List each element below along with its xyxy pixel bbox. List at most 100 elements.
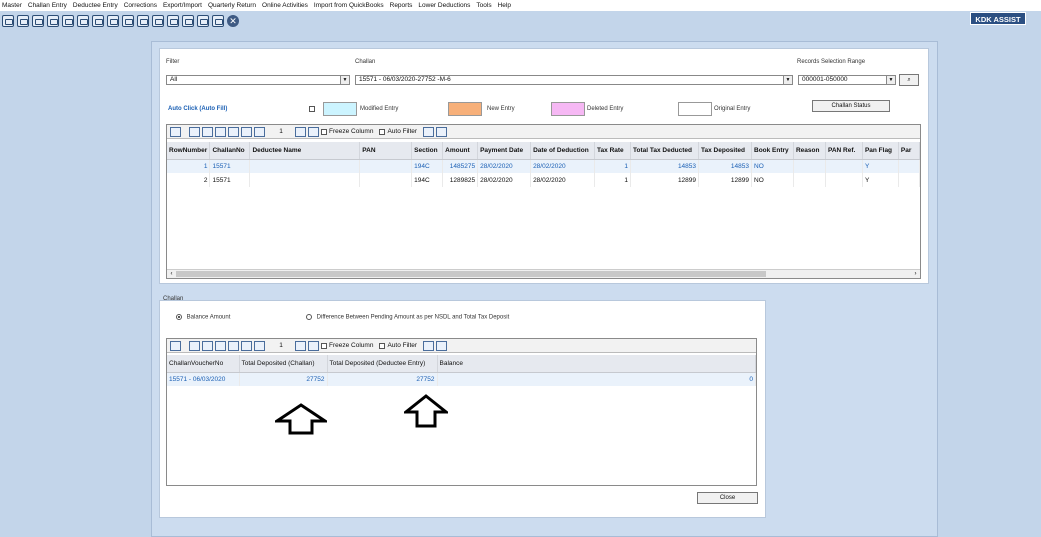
page-number[interactable]: 1 [267, 342, 295, 349]
auto-click-checkbox[interactable] [309, 106, 315, 112]
freeze-column-checkbox[interactable] [321, 342, 327, 349]
users-search-icon[interactable] [436, 126, 448, 137]
table-row[interactable]: 15571 - 06/03/2020 27752 27752 0 [167, 372, 756, 386]
menu-quarterly-return[interactable]: Quarterly Return [208, 2, 256, 9]
page-number[interactable]: 1 [267, 128, 295, 135]
menu-deductee-entry[interactable]: Deductee Entry [73, 2, 118, 9]
next-page-icon[interactable] [295, 126, 306, 137]
first-page-icon[interactable] [241, 126, 252, 137]
horizontal-scrollbar[interactable]: ‹ › [167, 269, 920, 278]
col-book-entry[interactable]: Book Entry [751, 142, 794, 160]
user-edit-icon[interactable] [167, 14, 179, 27]
search-icon: ⌕ [907, 77, 911, 83]
scrollbar-thumb[interactable] [176, 271, 766, 277]
menu-online-activities[interactable]: Online Activities [262, 2, 308, 9]
menu-corrections[interactable]: Corrections [124, 2, 157, 9]
color-icon[interactable] [228, 126, 239, 137]
entry-icon[interactable] [92, 14, 104, 27]
difference-radio[interactable] [306, 314, 312, 320]
col-challan-voucher-no[interactable]: ChallanVoucherNo [167, 355, 240, 373]
menu-help[interactable]: Help [498, 2, 511, 9]
difference-option[interactable]: Difference Between Pending Amount as per… [306, 314, 509, 321]
menu-challan-entry[interactable]: Challan Entry [28, 2, 67, 9]
col-total-tax-deducted[interactable]: Total Tax Deducted [630, 142, 700, 160]
deductor-icon[interactable] [2, 14, 14, 27]
prev-page-icon[interactable] [254, 126, 265, 137]
deleted-color-swatch [551, 102, 585, 116]
person-form-icon[interactable] [47, 14, 59, 27]
filter-select[interactable]: All ▼ [166, 75, 350, 85]
balance-amount-radio[interactable] [176, 314, 182, 320]
users-icon[interactable] [17, 14, 29, 27]
users-filter-icon[interactable] [423, 126, 435, 137]
document-icon[interactable] [212, 14, 224, 27]
cell-total-tax-deducted: 14853 [630, 159, 700, 173]
col-pan-ref[interactable]: PAN Ref. [825, 142, 863, 160]
challan-icon[interactable] [62, 14, 74, 27]
records-range-select[interactable]: 000001-050000 ▼ [798, 75, 896, 85]
menu-tools[interactable]: Tools [476, 2, 491, 9]
menu-master[interactable]: Master [2, 2, 22, 9]
table-row[interactable]: 2 15571 194C 1289825 28/02/2020 28/02/20… [167, 173, 921, 187]
user-search-icon[interactable] [152, 14, 164, 27]
col-rownumber[interactable]: RowNumber [167, 142, 211, 160]
cell-amount: 1289825 [442, 173, 479, 187]
last-page-icon[interactable] [308, 340, 319, 351]
col-challanno[interactable]: ChallanNo [209, 142, 251, 160]
find-icon[interactable] [215, 340, 226, 351]
menu-export-import[interactable]: Export/Import [163, 2, 202, 9]
close-icon[interactable]: ✕ [227, 14, 239, 27]
close-button[interactable]: Close [697, 492, 758, 504]
col-section[interactable]: Section [411, 142, 444, 160]
users-search-icon[interactable] [436, 340, 448, 351]
find-icon[interactable] [215, 126, 226, 137]
user-add-icon[interactable] [137, 14, 149, 27]
scroll-left-icon[interactable]: ‹ [167, 270, 176, 278]
col-pan-flag[interactable]: Pan Flag [862, 142, 899, 160]
menu-reports[interactable]: Reports [390, 2, 413, 9]
color-icon[interactable] [228, 340, 239, 351]
freeze-column-checkbox[interactable] [321, 128, 327, 135]
col-balance[interactable]: Balance [437, 355, 756, 373]
cell-payment-date: 28/02/2020 [477, 159, 532, 173]
return-icon[interactable] [197, 14, 209, 27]
users-filter-icon[interactable] [423, 340, 435, 351]
scroll-right-icon[interactable]: › [911, 270, 920, 278]
col-pan[interactable]: PAN [359, 142, 413, 160]
next-page-icon[interactable] [295, 340, 306, 351]
col-tax-deposited[interactable]: Tax Deposited [698, 142, 752, 160]
table-row[interactable]: 1 15571 194C 1485275 28/02/2020 28/02/20… [167, 159, 921, 173]
prev-page-icon[interactable] [254, 340, 265, 351]
auto-filter-checkbox[interactable] [379, 342, 386, 349]
deductee-icon[interactable] [77, 14, 89, 27]
report-icon[interactable] [122, 14, 134, 27]
export-icon[interactable] [189, 340, 200, 351]
col-amount[interactable]: Amount [442, 142, 479, 160]
challan-status-button[interactable]: Challan Status [812, 100, 890, 112]
auto-filter-checkbox[interactable] [379, 128, 386, 135]
excel-icon[interactable] [170, 126, 181, 137]
balance-amount-option[interactable]: Balance Amount [176, 314, 230, 321]
col-deductee-name[interactable]: Deductee Name [249, 142, 361, 160]
challan-select[interactable]: 15571 - 06/03/2020-27752 -M-6 ▼ [355, 75, 793, 85]
print-icon[interactable] [202, 126, 213, 137]
print-icon[interactable] [202, 340, 213, 351]
search-button[interactable]: ⌕ [899, 74, 919, 86]
last-page-icon[interactable] [308, 126, 319, 137]
menu-import-quickbooks[interactable]: Import from QuickBooks [314, 2, 384, 9]
col-date-of-deduction[interactable]: Date of Deduction [530, 142, 596, 160]
excel-icon[interactable] [170, 340, 181, 351]
col-payment-date[interactable]: Payment Date [477, 142, 532, 160]
col-par[interactable]: Par [898, 142, 921, 160]
col-total-deposited-challan[interactable]: Total Deposited (Challan) [239, 355, 328, 373]
first-page-icon[interactable] [241, 340, 252, 351]
cell-deductee-name [249, 173, 361, 187]
col-total-deposited-deductee[interactable]: Total Deposited (Deductee Entry) [327, 355, 438, 373]
form-icon[interactable] [32, 14, 44, 27]
menu-lower-deductions[interactable]: Lower Deductions [418, 2, 470, 9]
export-icon[interactable] [189, 126, 200, 137]
list-icon[interactable] [107, 14, 119, 27]
col-tax-rate[interactable]: Tax Rate [594, 142, 632, 160]
col-reason[interactable]: Reason [793, 142, 826, 160]
user-report-icon[interactable] [182, 14, 194, 27]
